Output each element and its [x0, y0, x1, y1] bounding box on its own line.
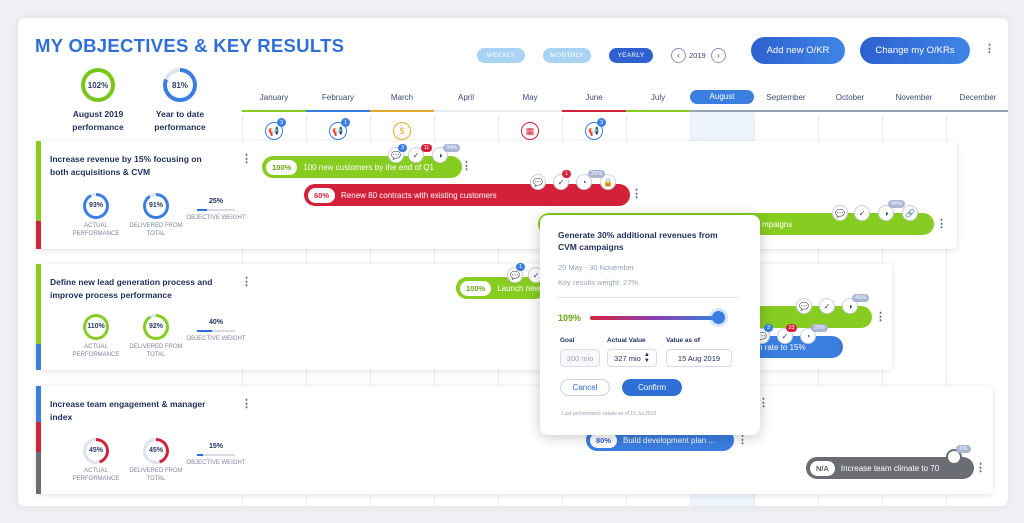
chevron-left-icon: ‹ — [677, 51, 680, 60]
delivered-from-total: 91% DELIVERED FROM TOTAL — [126, 193, 186, 238]
month-status-bar — [242, 110, 306, 112]
value-as-of-label: Value as of — [666, 337, 700, 344]
august-performance-label: August 2019 performance — [72, 109, 124, 132]
actual-performance: 93% ACTUAL PERFORMANCE — [66, 193, 126, 238]
month-april[interactable]: April — [434, 93, 498, 102]
link-icon[interactable]: 🔗 — [902, 205, 918, 221]
month-status-bar — [690, 110, 754, 112]
key-result-menu-icon[interactable]: ⋮ — [631, 187, 642, 200]
month-june[interactable]: June — [562, 93, 626, 102]
progress-slider-track[interactable] — [590, 316, 718, 320]
actual-performance: 45% ACTUAL PERFORMANCE — [66, 438, 126, 483]
month-december[interactable]: December — [946, 93, 1008, 102]
prev-year-button[interactable]: ‹ — [671, 48, 686, 63]
month-october[interactable]: October — [818, 93, 882, 102]
delivered-from-total: 45% DELIVERED FROM TOTAL — [126, 438, 186, 483]
objective-weight: 25% OBJECTIVE WEIGHT — [186, 198, 246, 221]
view-weekly-button[interactable]: WEEKLY — [477, 48, 525, 63]
month-status-bar — [434, 110, 498, 112]
month-status-bar — [562, 110, 626, 112]
comment-icon[interactable]: 💬 — [530, 174, 546, 190]
calendar-icon[interactable]: ▦ — [521, 122, 539, 140]
key-result-menu-icon[interactable]: ⋮ — [835, 340, 846, 353]
key-result-menu-icon[interactable]: ⋮ — [461, 159, 472, 172]
month-november[interactable]: November — [882, 93, 946, 102]
view-monthly-button[interactable]: MONTHLY — [543, 48, 591, 63]
next-year-button[interactable]: › — [711, 48, 726, 63]
progress-slider-handle[interactable] — [712, 311, 725, 324]
objective-menu-icon[interactable]: ⋮ — [241, 397, 252, 410]
ytd-performance-label: Year to date performance — [154, 109, 206, 132]
objective-menu-icon[interactable]: ⋮ — [241, 275, 252, 288]
month-status-bar — [626, 110, 690, 112]
year-label: 2019 — [689, 51, 706, 60]
popup-title: Generate 30% additional revenues from CV… — [558, 230, 718, 252]
month-february[interactable]: February — [306, 93, 370, 102]
key-result-bar[interactable]: 100% 100 new customers by the end of Q1 — [262, 156, 462, 178]
comment-icon[interactable]: 💬 — [796, 298, 812, 314]
key-result-popup: Generate 30% additional revenues from CV… — [540, 215, 760, 435]
popup-progress-value: 109% — [558, 313, 582, 323]
key-result-menu-icon[interactable]: ⋮ — [975, 461, 986, 474]
value-as-of-field[interactable]: 15 Aug 2019 — [666, 349, 732, 367]
ytd-performance: 81% Year to date performance — [140, 68, 220, 134]
month-september[interactable]: September — [754, 93, 818, 102]
milestone-badge: 1 — [341, 118, 350, 127]
popup-footnote: Last performance values as of 15 Jul 201… — [562, 411, 657, 417]
key-result-menu-icon[interactable]: ⋮ — [936, 217, 947, 230]
month-status-bar — [498, 110, 562, 112]
popup-weight: Key results weight: 27% — [558, 278, 639, 287]
ytd-performance-ring: 81% — [163, 68, 197, 102]
popup-date-range: 20 May - 30 November — [558, 263, 635, 272]
cancel-button[interactable]: Cancel — [560, 379, 610, 396]
august-performance: 102% August 2019 performance — [58, 68, 138, 134]
august-performance-ring: 102% — [81, 68, 115, 102]
header-menu-icon[interactable]: ⋮ — [984, 42, 995, 55]
milestone-badge: 3 — [277, 118, 286, 127]
confirm-button[interactable]: Confirm — [622, 379, 682, 396]
month-august[interactable]: August — [690, 90, 754, 104]
month-status-bar — [370, 110, 434, 112]
actual-value-label: Actual Value — [607, 337, 646, 344]
objective-weight: 15% OBJECTIVE WEIGHT — [186, 443, 246, 466]
page-title: MY OBJECTIVES & KEY RESULTS — [35, 35, 345, 56]
actual-performance: 110% ACTUAL PERFORMANCE — [66, 314, 126, 359]
add-okr-button[interactable]: Add new O/KR — [751, 37, 845, 64]
check-icon[interactable]: ✓ — [819, 298, 835, 314]
month-july[interactable]: July — [626, 93, 690, 102]
goal-field: 300 mio — [560, 349, 600, 367]
okr-dashboard: MY OBJECTIVES & KEY RESULTS 102% August … — [18, 18, 1008, 506]
month-march[interactable]: March — [370, 93, 434, 102]
key-result-menu-icon[interactable]: ⋮ — [875, 310, 886, 323]
goal-label: Goal — [560, 337, 575, 344]
stepper-icon: ▲ ▼ — [643, 352, 650, 364]
actual-value-stepper[interactable]: 327 mio ▲ ▼ — [607, 349, 657, 367]
objective-title: Increase revenue by 15% focusing on both… — [50, 154, 202, 177]
objective-title: Define new lead generation process and i… — [50, 277, 213, 300]
month-status-bar — [946, 110, 1008, 112]
month-status-bar — [882, 110, 946, 112]
delivered-from-total: 92% DELIVERED FROM TOTAL — [126, 314, 186, 359]
comment-icon[interactable]: 💬 — [832, 205, 848, 221]
objective-weight: 40% OBJECTIVE WEIGHT — [186, 319, 246, 342]
month-status-bar — [818, 110, 882, 112]
month-status-bar — [754, 110, 818, 112]
objective-menu-icon[interactable]: ⋮ — [241, 152, 252, 165]
month-may[interactable]: May — [498, 93, 562, 102]
month-status-bar — [306, 110, 370, 112]
change-okr-button[interactable]: Change my O/KRs — [860, 37, 970, 64]
milestone-badge: 3 — [597, 118, 606, 127]
coin-icon[interactable]: $ — [393, 122, 411, 140]
chevron-right-icon: › — [717, 51, 720, 60]
view-yearly-button[interactable]: YEARLY — [609, 48, 653, 63]
month-january[interactable]: January — [242, 93, 306, 102]
check-icon[interactable]: ✓ — [854, 205, 870, 221]
objective-title: Increase team engagement & manager index — [50, 399, 206, 422]
